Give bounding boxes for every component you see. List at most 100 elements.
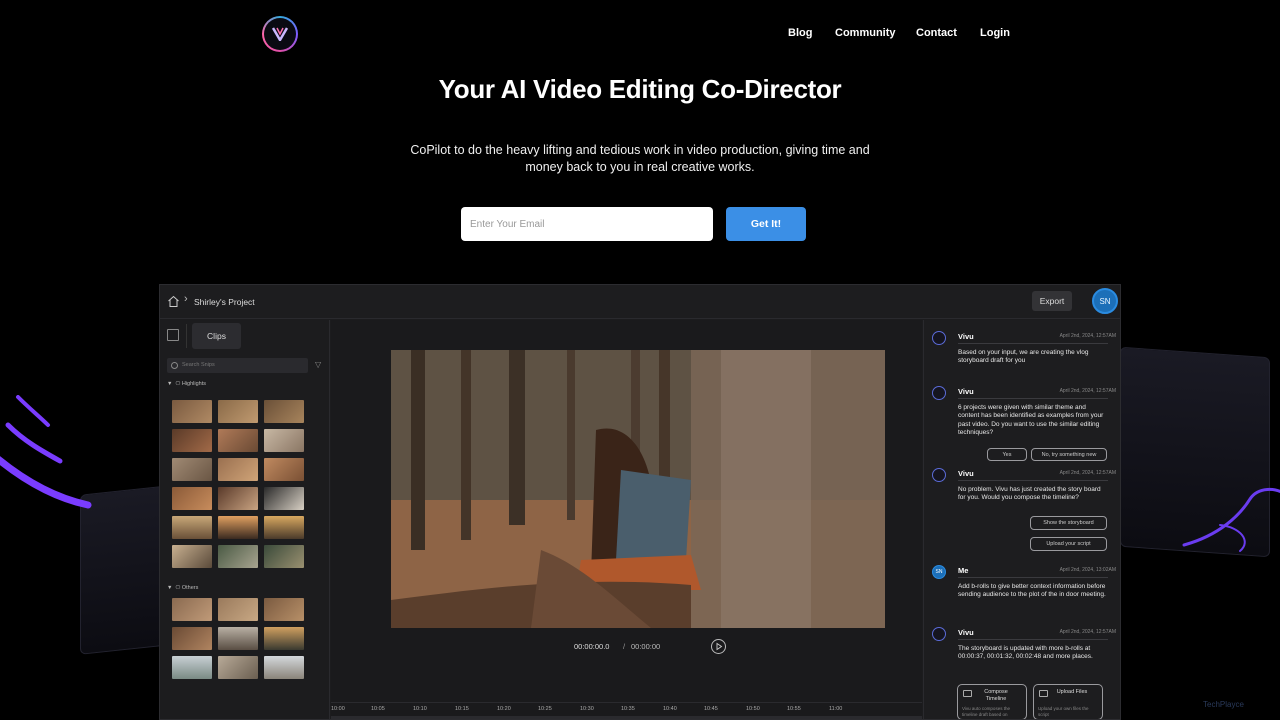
clips-panel: Clips Search Snips ▽ ▼ ⎔ Highlights ▼ ⎔ …: [160, 320, 330, 719]
message-time: April 2nd, 2024, 13:02AM: [1059, 567, 1116, 573]
compose-timeline-card[interactable]: Compose Timeline Vivu auto composes the …: [957, 684, 1027, 719]
timeline-track[interactable]: [331, 716, 922, 719]
play-icon: [716, 642, 723, 651]
tab-clips[interactable]: Clips: [192, 323, 241, 349]
message-time: April 2nd, 2024, 12:57AM: [1059, 333, 1116, 339]
chat-message: Vivu April 2nd, 2024, 12:57AM Based on y…: [932, 331, 1116, 376]
try-something-new-button[interactable]: No, try something new: [1031, 448, 1107, 461]
divider: [958, 398, 1108, 399]
clip-thumbnail[interactable]: [218, 516, 258, 539]
nav-login[interactable]: Login: [980, 27, 1010, 39]
hero-subtitle: CoPilot to do the heavy lifting and tedi…: [410, 143, 870, 174]
timeline-tick: 10:25: [538, 706, 552, 712]
card-subtitle: Upload your own files the script: [1038, 706, 1089, 717]
timeline-tick: 10:10: [413, 706, 427, 712]
clip-thumbnail[interactable]: [264, 627, 304, 650]
clip-thumbnail[interactable]: [172, 487, 212, 510]
me-avatar: SN: [932, 565, 946, 579]
landing-page: Blog Community Contact Login Your AI Vid…: [0, 0, 1280, 720]
export-button[interactable]: Export: [1032, 291, 1072, 311]
copilot-chat-panel: Vivu April 2nd, 2024, 12:57AM Based on y…: [923, 320, 1120, 719]
search-snips-input[interactable]: Search Snips: [167, 358, 308, 373]
clip-thumbnail[interactable]: [264, 400, 304, 423]
clip-thumbnail[interactable]: [264, 516, 304, 539]
card-subtitle: Vivu auto composes the timeline draft ba…: [962, 706, 1010, 717]
nav-blog[interactable]: Blog: [788, 27, 812, 39]
clip-thumbnail[interactable]: [218, 400, 258, 423]
show-storyboard-button[interactable]: Show the storyboard: [1030, 516, 1107, 530]
timeline-tick: 10:30: [580, 706, 594, 712]
filter-icon[interactable]: ▽: [315, 360, 321, 369]
message-text: Add b-rolls to give better context infor…: [958, 583, 1106, 599]
clip-thumbnail[interactable]: [218, 545, 258, 568]
section-others[interactable]: ▼ ⎔ Others: [167, 585, 198, 591]
divider: [958, 343, 1108, 344]
divider: [186, 324, 187, 348]
upload-files-card[interactable]: Upload Files Upload your own files the s…: [1033, 684, 1103, 719]
timeline-tick: 11:00: [829, 706, 843, 712]
clip-thumbnail[interactable]: [264, 429, 304, 452]
clip-thumbnail[interactable]: [218, 598, 258, 621]
timeline-tick: 10:45: [704, 706, 718, 712]
others-grid: [172, 598, 304, 679]
media-library-icon[interactable]: [167, 329, 179, 341]
timeline-tick: 10:00: [331, 706, 345, 712]
message-text: The storyboard is updated with more b-ro…: [958, 645, 1093, 661]
brand-logo[interactable]: [262, 16, 298, 52]
clip-thumbnail[interactable]: [218, 458, 258, 481]
clip-thumbnail[interactable]: [218, 429, 258, 452]
forest-scene-image: [391, 350, 885, 628]
nav-contact[interactable]: Contact: [916, 27, 957, 39]
chat-message: Vivu April 2nd, 2024, 12:57AM No problem…: [932, 468, 1116, 560]
timeline-tick: 10:50: [746, 706, 760, 712]
message-time: April 2nd, 2024, 12:57AM: [1059, 629, 1116, 635]
clip-thumbnail[interactable]: [172, 627, 212, 650]
play-button[interactable]: [711, 639, 726, 654]
clip-thumbnail[interactable]: [264, 656, 304, 679]
clip-thumbnail[interactable]: [172, 429, 212, 452]
clip-thumbnail[interactable]: [264, 487, 304, 510]
highlights-grid: [172, 400, 304, 568]
clip-thumbnail[interactable]: [218, 487, 258, 510]
chat-message: SN Me April 2nd, 2024, 13:02AM Add b-rol…: [932, 565, 1116, 620]
video-preview[interactable]: [391, 350, 885, 628]
clip-thumbnail[interactable]: [172, 545, 212, 568]
time-separator: /: [623, 642, 626, 651]
yes-button[interactable]: Yes: [987, 448, 1027, 461]
timeline-ruler[interactable]: 10:00 10:05 10:10 10:15 10:20 10:25 10:3…: [331, 702, 922, 719]
vivu-avatar-icon: [932, 468, 946, 482]
divider: [958, 480, 1108, 481]
total-time: 00:00:00: [631, 642, 661, 651]
clip-thumbnail[interactable]: [218, 656, 258, 679]
clip-thumbnail[interactable]: [264, 545, 304, 568]
editor-topbar: › Shirley's Project Export SN: [160, 285, 1120, 319]
clip-thumbnail[interactable]: [172, 458, 212, 481]
clip-thumbnail[interactable]: [264, 458, 304, 481]
clip-thumbnail[interactable]: [172, 656, 212, 679]
get-it-button[interactable]: Get It!: [726, 207, 806, 241]
message-author: Vivu: [958, 469, 974, 478]
logo-v-icon: [272, 27, 288, 41]
clip-thumbnail[interactable]: [264, 598, 304, 621]
vivu-avatar-icon: [932, 627, 946, 641]
card-title: Upload Files: [1056, 689, 1088, 695]
email-input[interactable]: [461, 207, 713, 241]
user-avatar[interactable]: SN: [1092, 288, 1118, 314]
divider: [958, 639, 1108, 640]
divider: [958, 577, 1108, 578]
clip-thumbnail[interactable]: [218, 627, 258, 650]
clip-thumbnail[interactable]: [172, 516, 212, 539]
message-author: Vivu: [958, 628, 974, 637]
message-time: April 2nd, 2024, 12:57AM: [1059, 388, 1116, 394]
breadcrumb-project[interactable]: Shirley's Project: [194, 297, 255, 307]
upload-script-button[interactable]: Upload your script: [1030, 537, 1107, 551]
clip-thumbnail[interactable]: [172, 400, 212, 423]
section-highlights[interactable]: ▼ ⎔ Highlights: [167, 381, 206, 387]
home-icon[interactable]: [167, 295, 180, 308]
message-text: Based on your input, we are creating the…: [958, 349, 1089, 365]
clip-thumbnail[interactable]: [172, 598, 212, 621]
timeline-tick: 10:40: [663, 706, 677, 712]
decorative-swirl-left: [0, 395, 92, 509]
nav-community[interactable]: Community: [835, 27, 896, 39]
card-title: Compose Timeline: [984, 689, 1008, 702]
